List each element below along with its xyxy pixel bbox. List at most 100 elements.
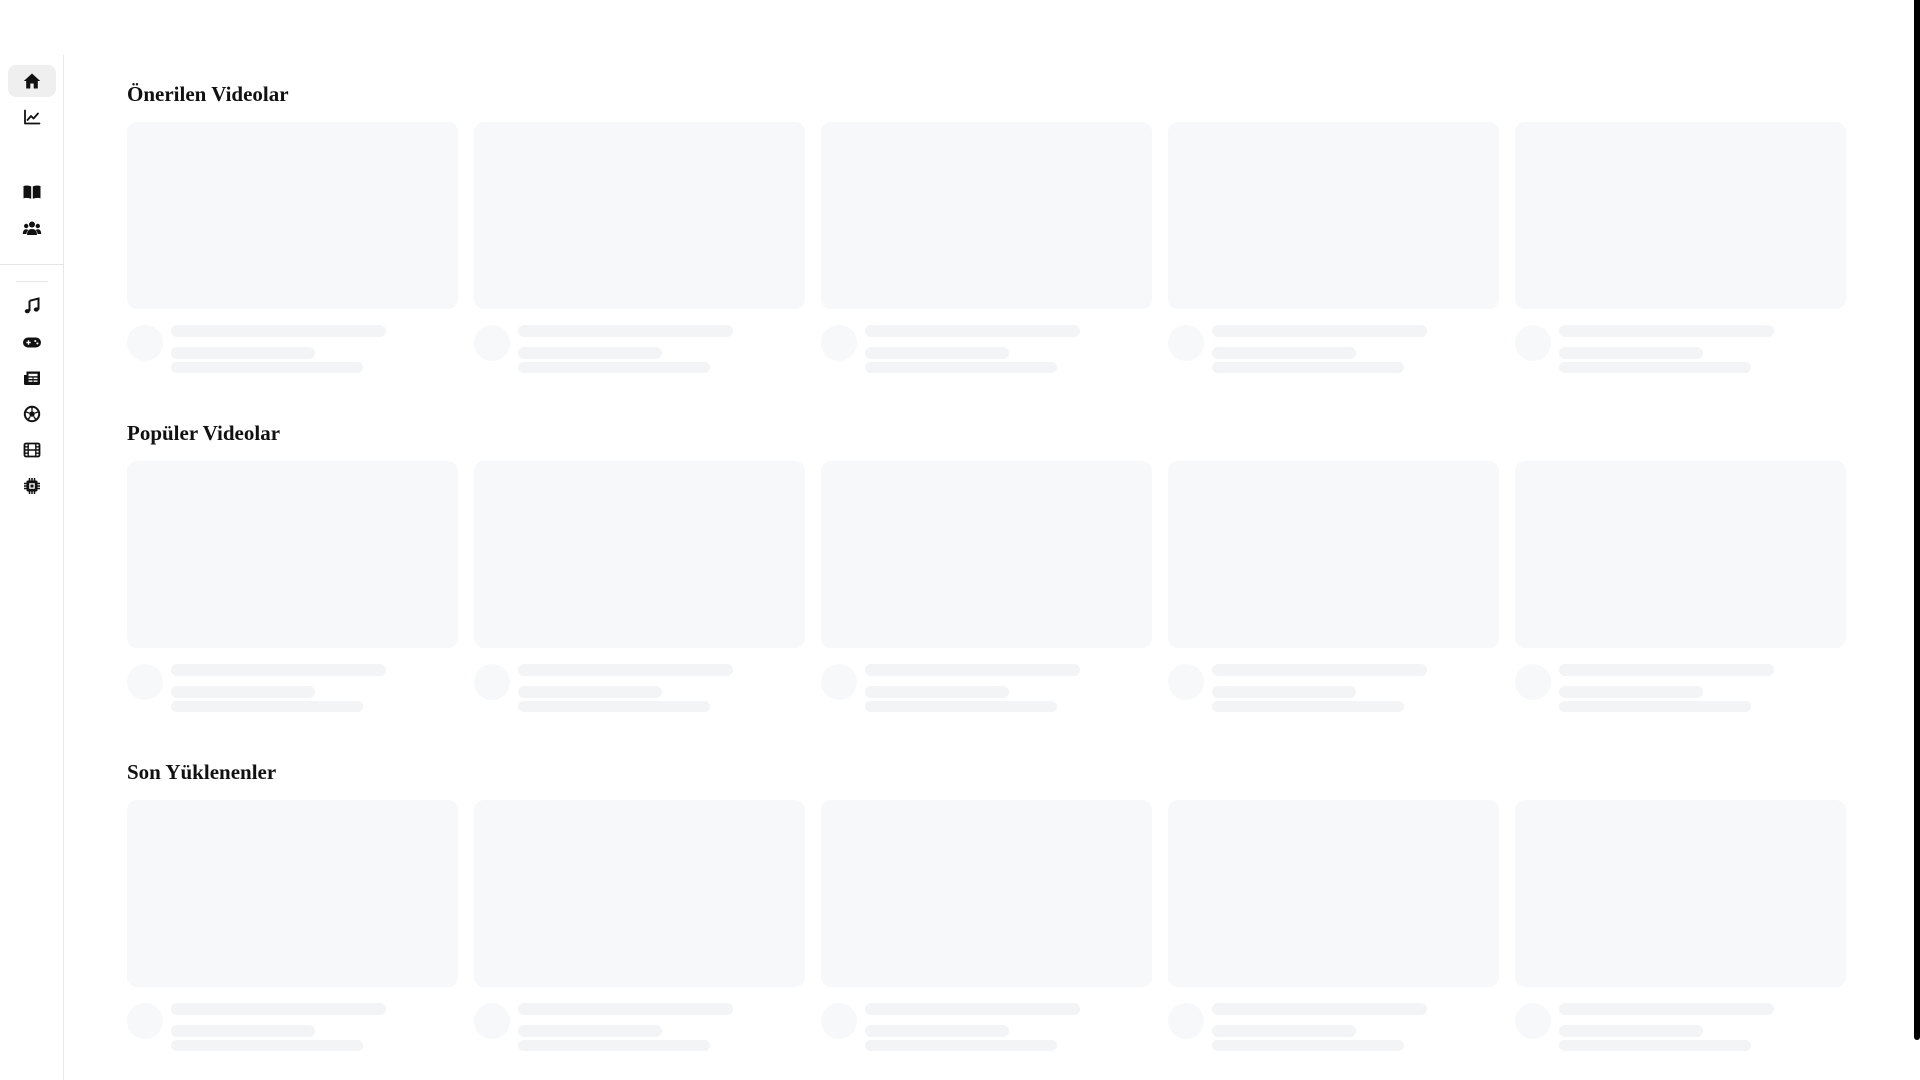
thumbnail-placeholder (821, 122, 1152, 309)
title-placeholder (518, 1003, 733, 1015)
meta-placeholder (171, 362, 363, 373)
video-card-skeleton (474, 461, 805, 721)
video-card-skeleton (1515, 122, 1846, 382)
title-placeholder (1212, 1003, 1427, 1015)
video-card-skeleton (1168, 800, 1499, 1060)
thumbnail-placeholder (1515, 461, 1846, 648)
avatar-placeholder (1168, 1003, 1204, 1039)
meta-placeholder (518, 362, 710, 373)
video-card-skeleton (1168, 461, 1499, 721)
meta-placeholder (865, 362, 1057, 373)
thumbnail-placeholder (474, 461, 805, 648)
thumbnail-placeholder (821, 461, 1152, 648)
video-card-skeleton (1515, 800, 1846, 1060)
sidebar-item-technology[interactable] (8, 470, 56, 502)
thumbnail-placeholder (1515, 800, 1846, 987)
sidebar-item-subscriptions[interactable] (8, 212, 56, 244)
title-placeholder (865, 325, 1080, 337)
sidebar-item-movies[interactable] (8, 434, 56, 466)
avatar-placeholder (821, 664, 857, 700)
avatar-placeholder (474, 664, 510, 700)
title-placeholder (518, 664, 733, 676)
video-card-skeleton (474, 122, 805, 382)
video-card-skeleton (127, 122, 458, 382)
avatar-placeholder (474, 325, 510, 361)
section-title: Son Yüklenenler (127, 760, 277, 784)
users-icon (22, 218, 42, 238)
meta-placeholder (171, 1040, 363, 1051)
video-card-skeleton (127, 800, 458, 1060)
thumbnail-placeholder (1168, 122, 1499, 309)
channel-placeholder (865, 1025, 1009, 1037)
avatar-placeholder (821, 325, 857, 361)
sidebar-item-trending[interactable] (8, 101, 56, 133)
thumbnail-placeholder (474, 122, 805, 309)
sidebar-item-library[interactable] (8, 176, 56, 208)
music-icon (22, 296, 42, 316)
title-placeholder (1212, 664, 1427, 676)
sidebar-item-music[interactable] (8, 290, 56, 322)
meta-placeholder (518, 701, 710, 712)
meta-placeholder (171, 701, 363, 712)
title-placeholder (865, 664, 1080, 676)
meta-placeholder (865, 1040, 1057, 1051)
channel-placeholder (1212, 686, 1356, 698)
sidebar-item-gaming[interactable] (8, 326, 56, 358)
news-icon (22, 368, 42, 388)
thumbnail-placeholder (127, 122, 458, 309)
meta-placeholder (1559, 362, 1751, 373)
meta-placeholder (518, 1040, 710, 1051)
avatar-placeholder (1515, 1003, 1551, 1039)
vertical-scrollbar[interactable] (1914, 0, 1920, 1040)
video-card-skeleton (1168, 122, 1499, 382)
thumbnail-placeholder (127, 461, 458, 648)
channel-placeholder (518, 347, 662, 359)
title-placeholder (518, 325, 733, 337)
sidebar-divider-short (16, 281, 48, 282)
sidebar-item-news[interactable] (8, 362, 56, 394)
avatar-placeholder (127, 664, 163, 700)
cpu-chip-icon (22, 476, 42, 496)
sidebar-item-sports[interactable] (8, 398, 56, 430)
thumbnail-placeholder (1168, 800, 1499, 987)
title-placeholder (1559, 1003, 1774, 1015)
meta-placeholder (1212, 362, 1404, 373)
avatar-placeholder (474, 1003, 510, 1039)
meta-placeholder (1212, 1040, 1404, 1051)
channel-placeholder (171, 1025, 315, 1037)
sidebar-item-home[interactable] (8, 65, 56, 97)
section-title: Önerilen Videolar (127, 82, 289, 106)
video-card-skeleton (1515, 461, 1846, 721)
video-card-skeleton (474, 800, 805, 1060)
avatar-placeholder (127, 1003, 163, 1039)
channel-placeholder (171, 686, 315, 698)
avatar-placeholder (1515, 325, 1551, 361)
title-placeholder (171, 664, 386, 676)
title-placeholder (171, 1003, 386, 1015)
avatar-placeholder (821, 1003, 857, 1039)
video-card-skeleton (821, 122, 1152, 382)
book-icon (22, 182, 42, 202)
channel-placeholder (1212, 1025, 1356, 1037)
avatar-placeholder (127, 325, 163, 361)
channel-placeholder (1212, 347, 1356, 359)
thumbnail-placeholder (821, 800, 1152, 987)
thumbnail-placeholder (127, 800, 458, 987)
video-card-skeleton (127, 461, 458, 721)
meta-placeholder (1559, 1040, 1751, 1051)
gamepad-icon (22, 332, 42, 352)
meta-placeholder (1212, 701, 1404, 712)
title-placeholder (865, 1003, 1080, 1015)
meta-placeholder (865, 701, 1057, 712)
channel-placeholder (171, 347, 315, 359)
soccer-ball-icon (22, 404, 42, 424)
section-title: Popüler Videolar (127, 421, 281, 445)
title-placeholder (1559, 664, 1774, 676)
thumbnail-placeholder (474, 800, 805, 987)
video-card-skeleton (821, 461, 1152, 721)
title-placeholder (171, 325, 386, 337)
title-placeholder (1212, 325, 1427, 337)
trending-icon (22, 107, 42, 127)
channel-placeholder (865, 686, 1009, 698)
thumbnail-placeholder (1515, 122, 1846, 309)
